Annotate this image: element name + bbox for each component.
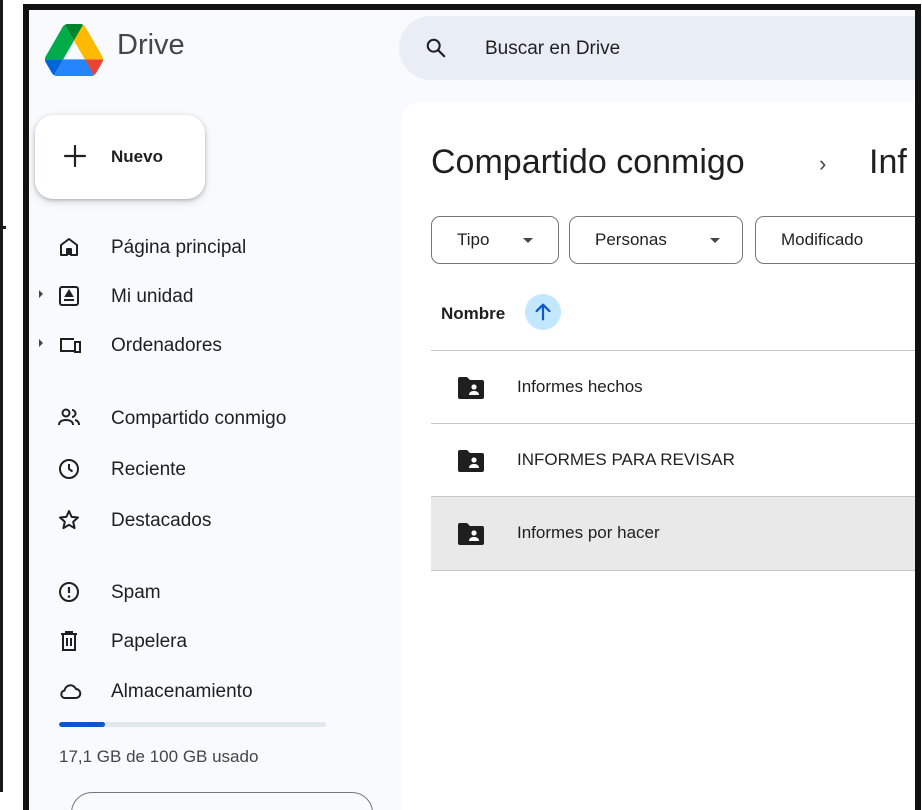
main-panel: Compartido conmigo › Inf Tipo Personas M…: [401, 103, 915, 810]
table-row[interactable]: Informes hechos: [431, 350, 915, 424]
drive-logo-icon[interactable]: [43, 24, 105, 76]
shared-people-icon: [58, 408, 80, 426]
search-icon[interactable]: [425, 37, 447, 59]
sidebar-item-label: Página principal: [111, 237, 247, 258]
dropdown-arrow-icon: [710, 238, 720, 243]
search-bar[interactable]: Buscar en Drive: [399, 16, 915, 80]
sidebar-item-computers[interactable]: Ordenadores: [29, 325, 369, 365]
star-icon: [59, 510, 79, 530]
sidebar-item-recent[interactable]: Reciente: [29, 449, 369, 489]
column-header-name[interactable]: Nombre: [441, 304, 505, 324]
filter-people-label: Personas: [595, 230, 667, 249]
filter-type-chip[interactable]: Tipo: [431, 216, 559, 264]
storage-usage-fill: [59, 722, 105, 727]
filter-modified-chip[interactable]: Modificado: [755, 216, 915, 264]
sidebar-item-starred[interactable]: Destacados: [29, 500, 369, 540]
shared-folder-icon: [458, 523, 484, 545]
left-border-tick: [0, 226, 6, 229]
clock-icon: [59, 459, 79, 479]
search-input[interactable]: Buscar en Drive: [485, 38, 620, 60]
cloud-icon: [60, 684, 82, 699]
table-row[interactable]: INFORMES PARA REVISAR: [431, 423, 915, 497]
sidebar-item-label: Compartido conmigo: [111, 408, 287, 429]
app-title: Drive: [117, 29, 185, 61]
filter-people-chip[interactable]: Personas: [569, 216, 743, 264]
shared-folder-icon: [458, 377, 484, 399]
trash-icon: [61, 631, 77, 651]
sidebar-item-label: Mi unidad: [111, 286, 194, 307]
sidebar-item-my-drive[interactable]: Mi unidad: [29, 276, 369, 316]
sidebar-item-shared-with-me[interactable]: Compartido conmigo: [29, 398, 369, 438]
sidebar-item-label: Spam: [111, 582, 161, 603]
file-name: Informes por hacer: [517, 523, 660, 542]
sort-button[interactable]: [525, 294, 561, 330]
new-button-label: Nuevo: [111, 147, 163, 166]
left-border: [0, 0, 3, 792]
home-icon: [60, 238, 78, 256]
sidebar-item-spam[interactable]: Spam: [29, 572, 369, 612]
filter-modified-label: Modificado: [781, 230, 864, 249]
plus-icon: [64, 145, 86, 167]
arrow-up-icon: [535, 303, 551, 321]
sidebar-item-label: Reciente: [111, 459, 186, 480]
new-button[interactable]: Nuevo: [35, 115, 205, 199]
spam-icon: [59, 582, 79, 602]
sidebar-item-label: Ordenadores: [111, 335, 222, 356]
filter-type-label: Tipo: [457, 230, 490, 249]
breadcrumb-next[interactable]: Inf: [869, 143, 907, 182]
breadcrumb-current[interactable]: Compartido conmigo: [431, 143, 745, 182]
sidebar-item-storage[interactable]: Almacenamiento: [29, 671, 369, 711]
expand-caret-icon[interactable]: [39, 290, 43, 298]
sidebar-item-label: Almacenamiento: [111, 681, 253, 702]
storage-usage-bar: [59, 722, 326, 727]
shared-folder-icon: [458, 450, 484, 472]
get-more-storage-button[interactable]: [71, 792, 373, 810]
table-bottom-divider: [431, 570, 915, 571]
file-name: INFORMES PARA REVISAR: [517, 450, 735, 469]
sidebar-item-home[interactable]: Página principal: [29, 227, 369, 267]
breadcrumb-separator: ›: [819, 151, 827, 176]
file-name: Informes hechos: [517, 377, 643, 396]
sidebar-item-label: Papelera: [111, 631, 188, 652]
computers-icon: [60, 338, 81, 353]
dropdown-arrow-icon: [523, 238, 533, 243]
sidebar-item-label: Destacados: [111, 510, 212, 531]
expand-caret-icon[interactable]: [39, 339, 43, 347]
sidebar-item-trash[interactable]: Papelera: [29, 621, 369, 661]
drive-icon: [59, 286, 79, 306]
storage-usage-text: 17,1 GB de 100 GB usado: [59, 747, 259, 766]
drive-window: Drive Buscar en Drive Nuevo Página princ…: [23, 4, 921, 810]
table-row-selected[interactable]: Informes por hacer: [431, 496, 915, 570]
